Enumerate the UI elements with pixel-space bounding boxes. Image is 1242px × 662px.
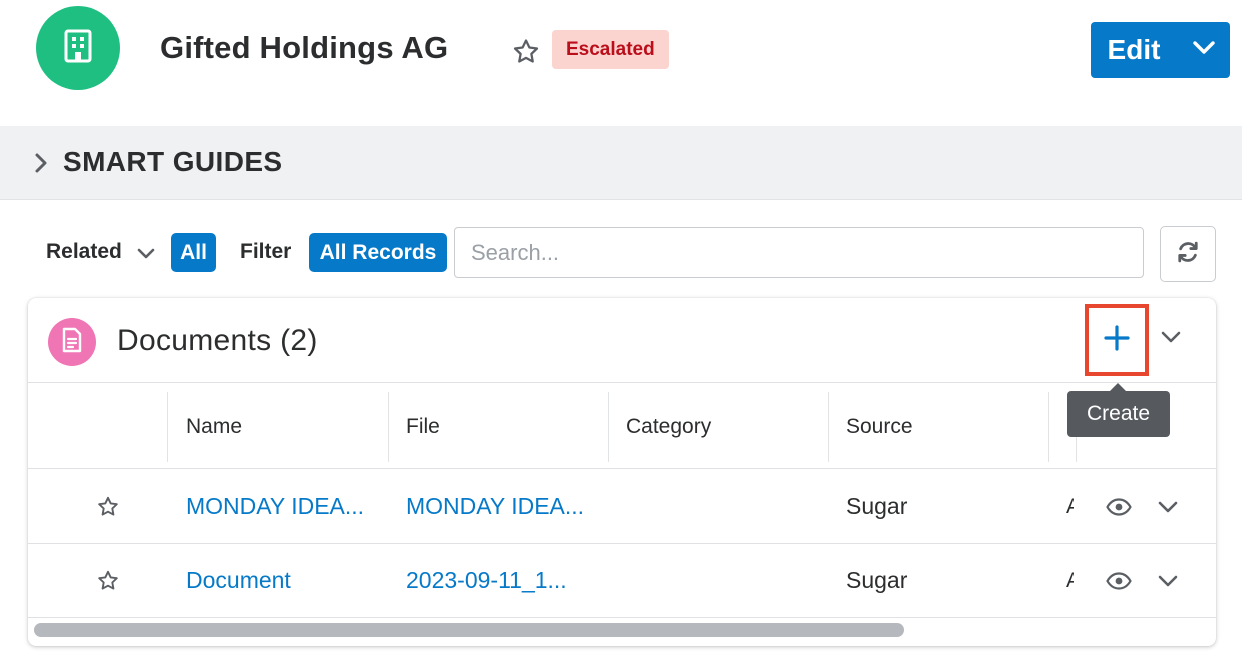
documents-subpanel: Documents (2) Name File Category Source … xyxy=(28,298,1216,646)
document-module-icon xyxy=(48,318,96,366)
document-source: Sugar xyxy=(846,567,908,593)
row-actions-chevron-icon[interactable] xyxy=(1154,493,1182,521)
subpanel-collapse-chevron-icon[interactable] xyxy=(1156,322,1186,352)
column-divider xyxy=(608,392,609,462)
table-header: Name File Category Source xyxy=(28,384,1216,469)
record-header: Gifted Holdings AG Escalated Edit xyxy=(0,0,1242,126)
filter-pill[interactable]: All Records xyxy=(309,233,447,272)
chevron-down-icon xyxy=(1192,40,1215,60)
edit-button[interactable]: Edit xyxy=(1091,22,1177,78)
edit-actions-dropdown[interactable] xyxy=(1177,22,1230,78)
related-label: Related xyxy=(46,240,122,263)
smart-guides-label: SMART GUIDES xyxy=(63,146,283,177)
smart-guides-panel[interactable]: SMART GUIDES xyxy=(0,126,1242,200)
status-badge: Escalated xyxy=(552,30,669,69)
truncated-cell: A xyxy=(1066,494,1074,518)
column-header-category[interactable]: Category xyxy=(626,384,711,469)
refresh-icon xyxy=(1175,239,1201,270)
plus-icon xyxy=(1104,324,1130,356)
column-divider xyxy=(1048,392,1049,462)
filter-label: Filter xyxy=(240,240,292,263)
related-module-pill[interactable]: All xyxy=(171,233,216,272)
favorite-star-icon[interactable] xyxy=(94,493,122,521)
building-icon xyxy=(63,29,93,68)
document-name-link[interactable]: Document xyxy=(186,544,291,617)
document-file-link[interactable]: 2023-09-11_1... xyxy=(406,544,567,617)
table-row[interactable]: Document 2023-09-11_1... Sugar A xyxy=(28,544,1216,618)
row-actions-chevron-icon[interactable] xyxy=(1154,567,1182,595)
create-button[interactable] xyxy=(1085,304,1149,376)
horizontal-scrollbar[interactable] xyxy=(28,618,1216,640)
column-divider xyxy=(828,392,829,462)
column-header-source[interactable]: Source xyxy=(846,384,913,469)
column-divider xyxy=(388,392,389,462)
document-file-link[interactable]: MONDAY IDEA... xyxy=(406,470,584,543)
search-input[interactable] xyxy=(454,227,1144,278)
preview-eye-icon[interactable] xyxy=(1104,567,1134,595)
column-header-name[interactable]: Name xyxy=(186,384,242,469)
table-row[interactable]: MONDAY IDEA... MONDAY IDEA... Sugar A xyxy=(28,470,1216,544)
truncated-cell: A xyxy=(1066,568,1074,592)
subpanel-title: Documents (2) xyxy=(117,324,318,357)
preview-eye-icon[interactable] xyxy=(1104,493,1134,521)
subpanel-header[interactable]: Documents (2) xyxy=(28,298,1216,383)
document-icon xyxy=(61,327,83,358)
scrollbar-thumb[interactable] xyxy=(34,623,904,637)
create-tooltip: Create xyxy=(1067,391,1170,437)
refresh-button[interactable] xyxy=(1160,226,1216,282)
related-dropdown-chevron-icon[interactable] xyxy=(134,242,158,266)
record-title: Gifted Holdings AG xyxy=(160,30,449,65)
favorite-star-icon[interactable] xyxy=(508,34,544,70)
chevron-right-icon[interactable] xyxy=(28,150,54,176)
record-avatar xyxy=(36,6,120,90)
edit-button-group: Edit xyxy=(1091,22,1230,78)
column-divider xyxy=(167,392,168,462)
document-name-link[interactable]: MONDAY IDEA... xyxy=(186,470,364,543)
subpanel-filter-bar: Related All Filter All Records xyxy=(0,220,1242,284)
favorite-star-icon[interactable] xyxy=(94,567,122,595)
document-source: Sugar xyxy=(846,493,908,519)
column-header-file[interactable]: File xyxy=(406,384,440,469)
